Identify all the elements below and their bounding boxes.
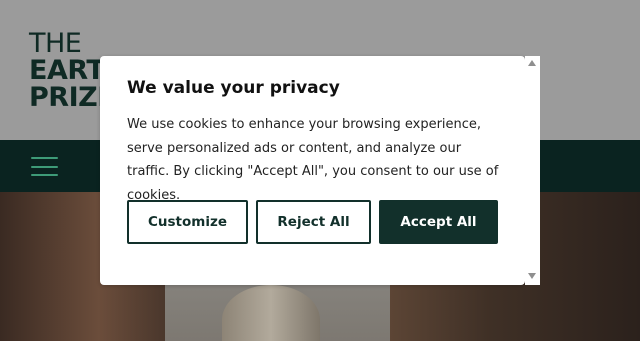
reject-all-button[interactable]: Reject All [256,200,371,244]
logo-line-the: THE [29,28,82,59]
customize-button[interactable]: Customize [127,200,248,244]
cookie-consent-dialog: We value your privacy We use cookies to … [100,56,525,285]
hamburger-line [31,174,58,176]
scroll-down-arrow-icon[interactable] [528,273,536,279]
hamburger-line [31,157,58,159]
accept-all-button[interactable]: Accept All [379,200,498,244]
consent-title: We value your privacy [127,78,340,98]
hamburger-menu-icon[interactable] [31,157,58,176]
scroll-up-arrow-icon[interactable] [528,60,536,66]
dialog-scrollbar[interactable] [525,56,540,285]
hamburger-line [31,165,58,168]
consent-description: We use cookies to enhance your browsing … [127,117,499,203]
